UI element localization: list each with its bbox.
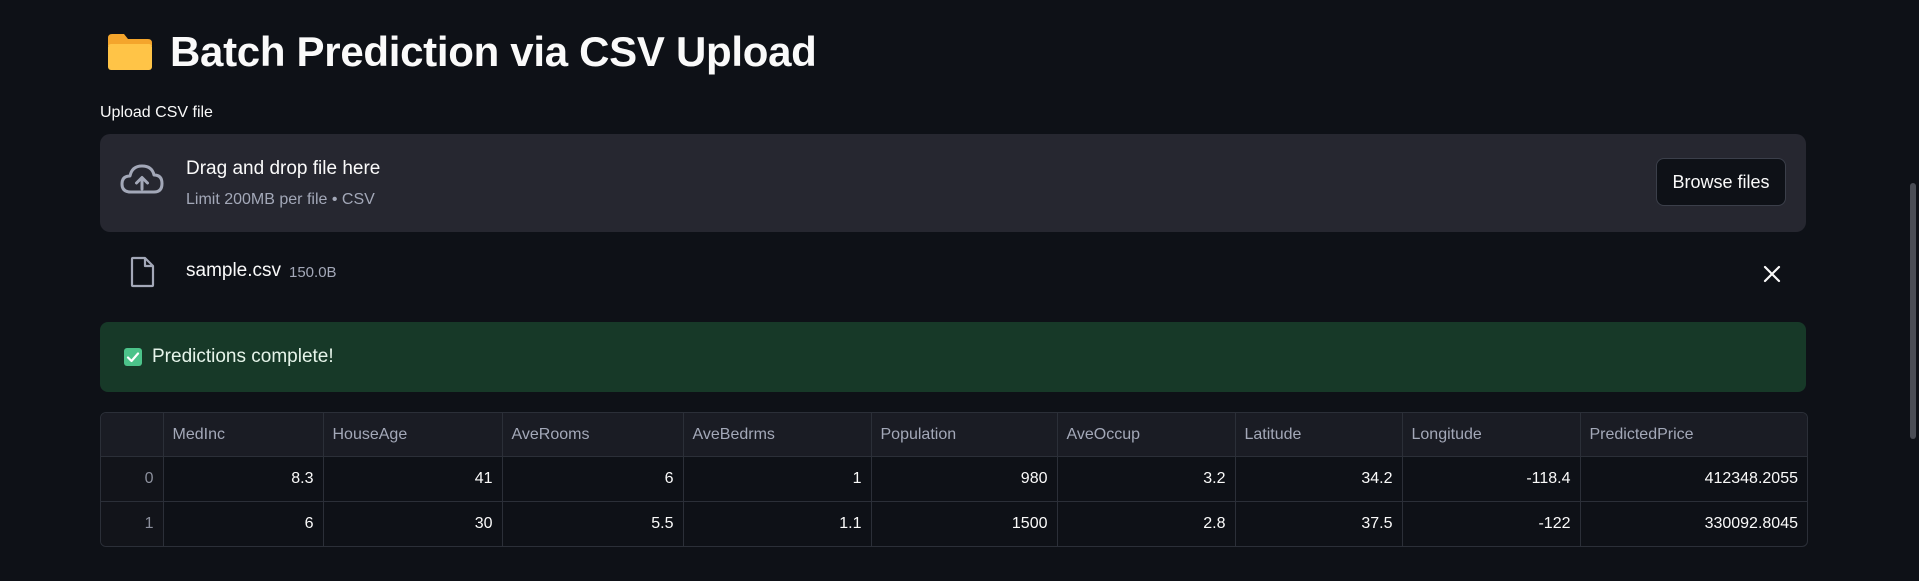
alert-text: Predictions complete! <box>152 346 334 367</box>
column-header[interactable]: AveRooms <box>502 413 684 457</box>
table-row: 1 6 30 5.5 1.1 1500 2.8 37.5 -122 330092… <box>101 501 1807 547</box>
table-cell[interactable]: 6 <box>163 501 324 546</box>
table-cell[interactable]: 1500 <box>871 501 1058 546</box>
table-cell[interactable]: 2.8 <box>1057 501 1236 546</box>
table-cell[interactable]: 330092.8045 <box>1580 502 1807 547</box>
cloud-upload-icon <box>120 164 164 194</box>
predictions-table[interactable]: MedInc HouseAge AveRooms AveBedrms Popul… <box>100 412 1808 547</box>
browse-files-button[interactable]: Browse files <box>1656 158 1786 206</box>
table-cell[interactable]: 980 <box>871 456 1058 502</box>
table-cell[interactable]: 37.5 <box>1235 501 1403 546</box>
uploaded-file-row: sample.csv 150.0B <box>100 246 1806 298</box>
table-cell[interactable]: 41 <box>323 456 503 502</box>
file-icon <box>130 256 155 288</box>
column-header[interactable]: AveOccup <box>1057 413 1236 457</box>
page-header: Batch Prediction via CSV Upload <box>106 26 817 78</box>
table-cell[interactable]: -122 <box>1402 501 1581 546</box>
table-cell[interactable]: 5.5 <box>502 501 684 546</box>
check-box-icon <box>124 348 142 366</box>
column-header[interactable]: AveBedrms <box>683 413 872 457</box>
table-cell[interactable]: 1.1 <box>683 501 872 546</box>
file-dropzone[interactable]: Drag and drop file here Limit 200MB per … <box>100 134 1806 232</box>
column-header[interactable]: HouseAge <box>323 413 503 457</box>
table-cell[interactable]: 3.2 <box>1057 456 1236 502</box>
row-index: 0 <box>101 456 164 502</box>
upload-label: Upload CSV file <box>100 104 213 121</box>
table-header-row: MedInc HouseAge AveRooms AveBedrms Popul… <box>101 413 1807 457</box>
file-size: 150.0B <box>289 264 337 281</box>
column-header[interactable]: PredictedPrice <box>1580 413 1807 457</box>
folder-icon <box>108 34 152 70</box>
table-cell[interactable]: 34.2 <box>1235 456 1403 502</box>
page-title: Batch Prediction via CSV Upload <box>170 28 817 75</box>
file-name: sample.csv <box>186 260 282 281</box>
column-header[interactable]: Longitude <box>1402 413 1581 457</box>
row-index: 1 <box>101 501 164 546</box>
column-header[interactable]: Population <box>871 413 1058 457</box>
column-header[interactable]: MedInc <box>163 413 324 457</box>
column-header-index <box>101 413 164 457</box>
table-cell[interactable]: 412348.2055 <box>1580 456 1807 502</box>
success-alert: Predictions complete! <box>100 322 1806 392</box>
column-header[interactable]: Latitude <box>1235 413 1403 457</box>
table-row: 0 8.3 41 6 1 980 3.2 34.2 -118.4 412348.… <box>101 456 1807 502</box>
dropzone-limit: Limit 200MB per file • CSV <box>186 191 375 208</box>
page-scrollbar[interactable] <box>1910 183 1916 439</box>
table-cell[interactable]: -118.4 <box>1402 456 1581 502</box>
table-cell[interactable]: 8.3 <box>163 456 324 502</box>
close-icon[interactable] <box>1762 264 1782 284</box>
table-cell[interactable]: 30 <box>323 501 503 546</box>
table-cell[interactable]: 6 <box>502 456 684 502</box>
dropzone-title: Drag and drop file here <box>186 158 381 179</box>
table-cell[interactable]: 1 <box>683 456 872 502</box>
